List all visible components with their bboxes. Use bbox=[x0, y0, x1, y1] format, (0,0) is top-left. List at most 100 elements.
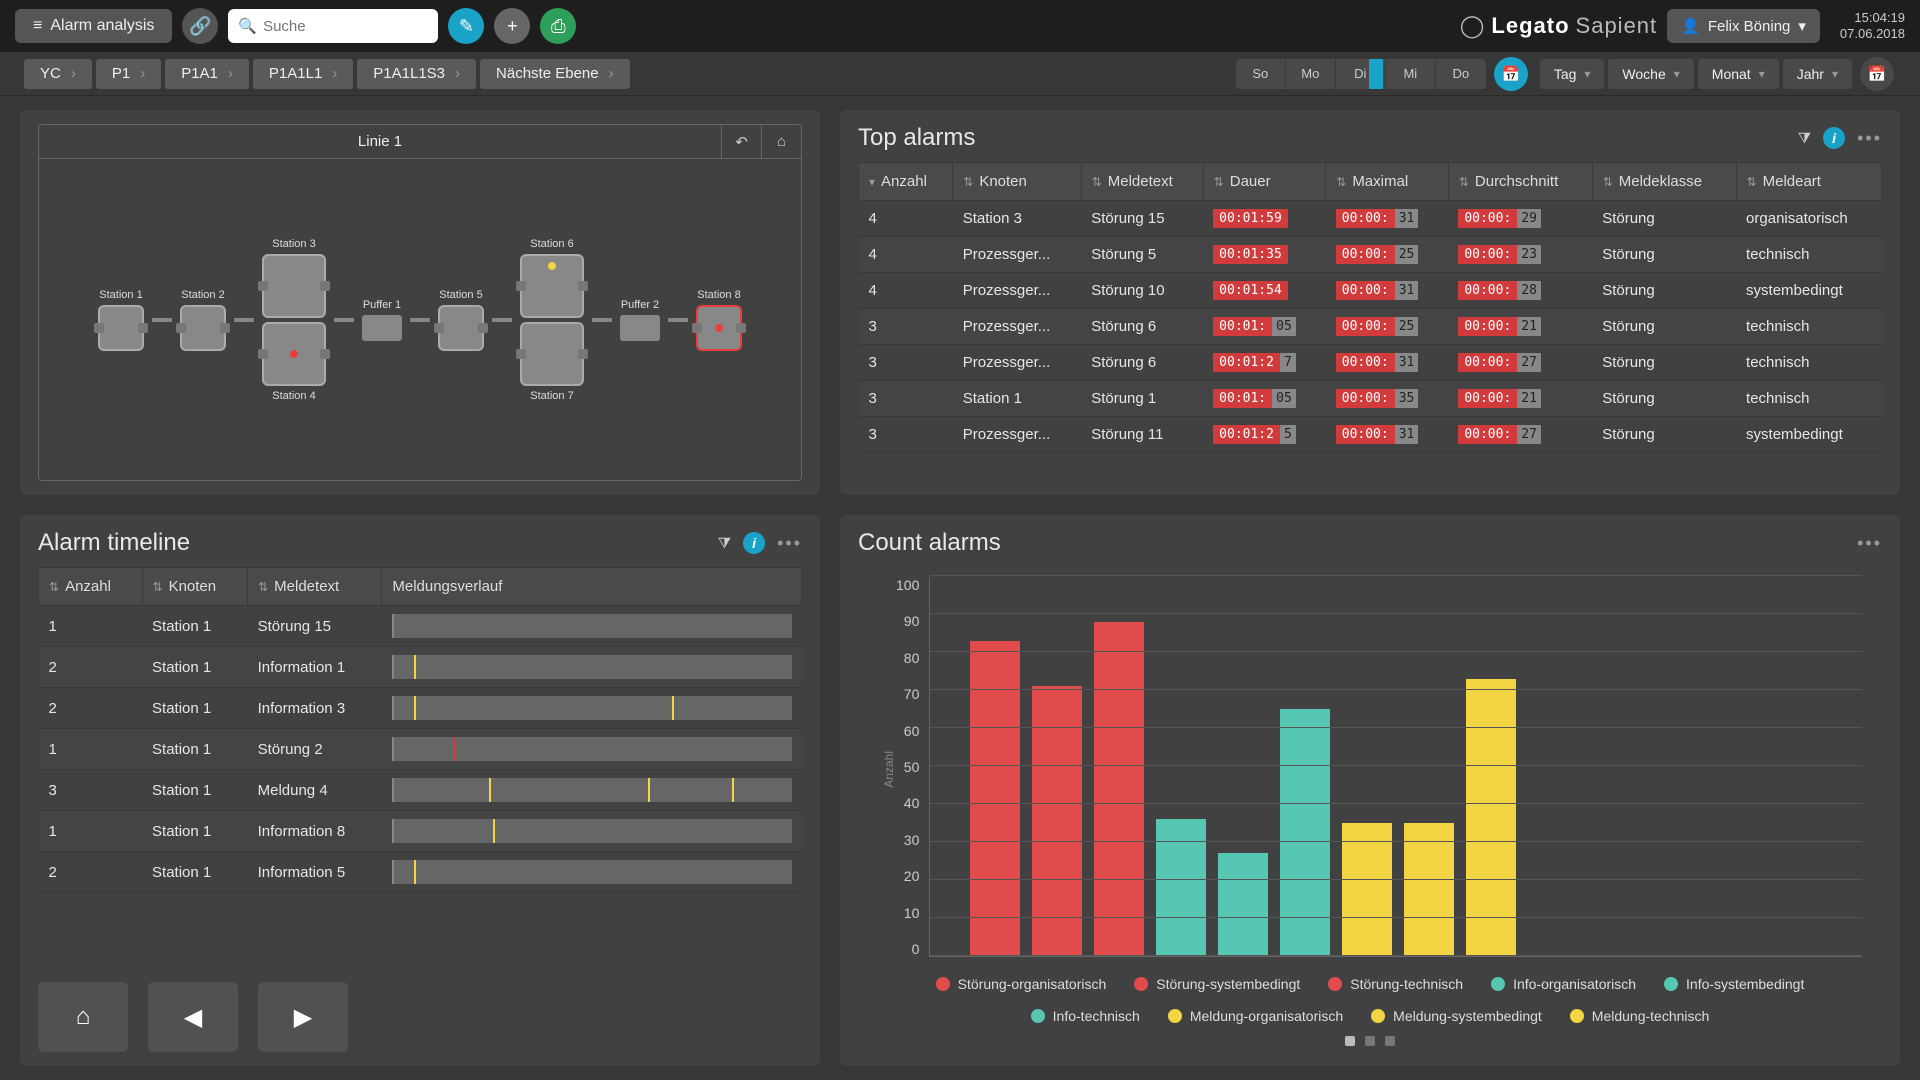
nav-home-button[interactable]: ⌂ bbox=[38, 982, 128, 1052]
table-row[interactable]: 2Station 1Information 1 bbox=[39, 647, 802, 688]
calendar-button-2[interactable]: 📅 bbox=[1860, 57, 1894, 91]
column-header[interactable]: ⇅Meldetext bbox=[1081, 163, 1203, 201]
chart-plot[interactable] bbox=[929, 577, 1862, 957]
column-header[interactable]: ⇅Maximal bbox=[1326, 163, 1449, 201]
station-node[interactable] bbox=[98, 305, 144, 351]
breadcrumb-next[interactable]: Nächste Ebene› bbox=[480, 59, 630, 89]
station-node[interactable] bbox=[262, 322, 326, 386]
column-header[interactable]: Meldungsverlauf bbox=[382, 568, 802, 606]
legend-item[interactable]: Info-systembedingt bbox=[1664, 976, 1804, 992]
more-icon[interactable]: ••• bbox=[1857, 533, 1882, 554]
calendar-button[interactable]: 📅 bbox=[1494, 57, 1528, 91]
column-header[interactable]: ⇅Dauer bbox=[1203, 163, 1326, 201]
home-button[interactable]: ⌂ bbox=[761, 125, 801, 159]
day-button[interactable]: Mi bbox=[1386, 59, 1436, 89]
table-row[interactable]: 1Station 1Störung 15 bbox=[39, 606, 802, 647]
legend-item[interactable]: Info-organisatorisch bbox=[1491, 976, 1636, 992]
chart-bar[interactable] bbox=[1156, 819, 1206, 956]
column-header[interactable]: ▾Anzahl bbox=[859, 163, 953, 201]
nav-next-button[interactable]: ▶ bbox=[258, 982, 348, 1052]
column-header[interactable]: ⇅Anzahl bbox=[39, 568, 143, 606]
breadcrumb-item[interactable]: P1A1› bbox=[165, 59, 249, 89]
day-button[interactable]: Do bbox=[1436, 59, 1486, 89]
print-button[interactable]: ⎙ bbox=[540, 8, 576, 44]
legend-item[interactable]: Störung-systembedingt bbox=[1134, 976, 1300, 992]
table-row[interactable]: 4Prozessger...Störung 1000:01:5400:00:31… bbox=[859, 273, 1882, 309]
table-row[interactable]: 3Prozessger...Störung 600:01:2700:00:310… bbox=[859, 345, 1882, 381]
legend-item[interactable]: Meldung-systembedingt bbox=[1371, 1008, 1542, 1024]
breadcrumb-item[interactable]: P1› bbox=[96, 59, 161, 89]
table-row[interactable]: 2Station 1Information 5 bbox=[39, 852, 802, 893]
pager-dot[interactable] bbox=[1385, 1036, 1395, 1046]
line-diagram[interactable]: Station 1 Station 2 Station 3 Station 4 … bbox=[39, 159, 801, 480]
page-title-button[interactable]: ≡ Alarm analysis bbox=[15, 9, 172, 43]
column-header[interactable]: ⇅Meldetext bbox=[248, 568, 382, 606]
arrow-right-icon: ▶ bbox=[294, 1003, 312, 1032]
station-node[interactable] bbox=[262, 254, 326, 318]
table-row[interactable]: 4Station 3Störung 1500:01:5900:00:3100:0… bbox=[859, 201, 1882, 237]
more-icon[interactable]: ••• bbox=[777, 533, 802, 554]
legend-item[interactable]: Störung-organisatorisch bbox=[936, 976, 1107, 992]
column-header[interactable]: ⇅Knoten bbox=[953, 163, 1081, 201]
puffer-node[interactable] bbox=[620, 315, 660, 341]
info-icon[interactable]: i bbox=[743, 532, 765, 554]
table-row[interactable]: 3Station 1Störung 100:01:0500:00:3500:00… bbox=[859, 381, 1882, 417]
column-header[interactable]: ⇅Meldeart bbox=[1736, 163, 1881, 201]
station-node[interactable] bbox=[520, 322, 584, 386]
home-icon: ⌂ bbox=[777, 133, 786, 150]
legend-item[interactable]: Meldung-technisch bbox=[1570, 1008, 1710, 1024]
chart-bar[interactable] bbox=[1280, 709, 1330, 956]
breadcrumb-item[interactable]: P1A1L1› bbox=[253, 59, 353, 89]
undo-button[interactable]: ↶ bbox=[721, 125, 761, 159]
legend-item[interactable]: Info-technisch bbox=[1031, 1008, 1140, 1024]
breadcrumb-item[interactable]: YC› bbox=[24, 59, 92, 89]
station-node[interactable] bbox=[438, 305, 484, 351]
day-button[interactable]: Di bbox=[1336, 59, 1386, 89]
more-icon[interactable]: ••• bbox=[1857, 128, 1882, 149]
chart-bar[interactable] bbox=[1094, 622, 1144, 956]
chart-pager[interactable] bbox=[858, 1030, 1882, 1052]
table-row[interactable]: 1Station 1Störung 2 bbox=[39, 729, 802, 770]
chart-bar[interactable] bbox=[1466, 679, 1516, 956]
range-button[interactable]: Tag▾ bbox=[1540, 59, 1605, 89]
puffer-node[interactable] bbox=[362, 315, 402, 341]
station-node[interactable] bbox=[696, 305, 742, 351]
day-button[interactable]: Mo bbox=[1286, 59, 1336, 89]
pager-dot[interactable] bbox=[1365, 1036, 1375, 1046]
cell-knoten: Station 3 bbox=[953, 201, 1081, 237]
table-row[interactable]: 2Station 1Information 3 bbox=[39, 688, 802, 729]
table-row[interactable]: 3Prozessger...Störung 1100:01:2500:00:31… bbox=[859, 417, 1882, 453]
legend-label: Meldung-organisatorisch bbox=[1190, 1008, 1343, 1024]
link-button[interactable]: 🔗 bbox=[182, 8, 218, 44]
chart-bar[interactable] bbox=[1342, 823, 1392, 956]
filter-icon[interactable]: ⧩ bbox=[1798, 130, 1811, 147]
info-icon[interactable]: i bbox=[1823, 127, 1845, 149]
range-button[interactable]: Woche▾ bbox=[1608, 59, 1693, 89]
station-node[interactable] bbox=[180, 305, 226, 351]
column-header[interactable]: ⇅Durchschnitt bbox=[1448, 163, 1592, 201]
pager-dot[interactable] bbox=[1345, 1036, 1355, 1046]
filter-icon[interactable]: ⧩ bbox=[718, 535, 731, 552]
user-menu[interactable]: 👤 Felix Böning ▾ bbox=[1667, 9, 1820, 43]
table-row[interactable]: 3Station 1Meldung 4 bbox=[39, 770, 802, 811]
table-row[interactable]: 4Prozessger...Störung 500:01:3500:00:250… bbox=[859, 237, 1882, 273]
search-input[interactable] bbox=[263, 18, 462, 35]
chart-bar[interactable] bbox=[1404, 823, 1454, 956]
nav-prev-button[interactable]: ◀ bbox=[148, 982, 238, 1052]
table-row[interactable]: 1Station 1Information 8 bbox=[39, 811, 802, 852]
column-header[interactable]: ⇅Knoten bbox=[142, 568, 248, 606]
add-button[interactable]: + bbox=[494, 8, 530, 44]
legend-item[interactable]: Störung-technisch bbox=[1328, 976, 1463, 992]
legend-item[interactable]: Meldung-organisatorisch bbox=[1168, 1008, 1343, 1024]
search-box[interactable]: 🔍 bbox=[228, 9, 438, 43]
chart-bar[interactable] bbox=[970, 641, 1020, 956]
range-button[interactable]: Monat▾ bbox=[1698, 59, 1779, 89]
edit-button[interactable]: ✎ bbox=[448, 8, 484, 44]
column-header[interactable]: ⇅Meldeklasse bbox=[1592, 163, 1736, 201]
table-row[interactable]: 3Prozessger...Störung 600:01:0500:00:250… bbox=[859, 309, 1882, 345]
range-button[interactable]: Jahr▾ bbox=[1783, 59, 1852, 89]
breadcrumb-item[interactable]: P1A1L1S3› bbox=[357, 59, 476, 89]
station-node[interactable] bbox=[520, 254, 584, 318]
chart-bar[interactable] bbox=[1218, 853, 1268, 956]
day-button[interactable]: So bbox=[1236, 59, 1286, 89]
